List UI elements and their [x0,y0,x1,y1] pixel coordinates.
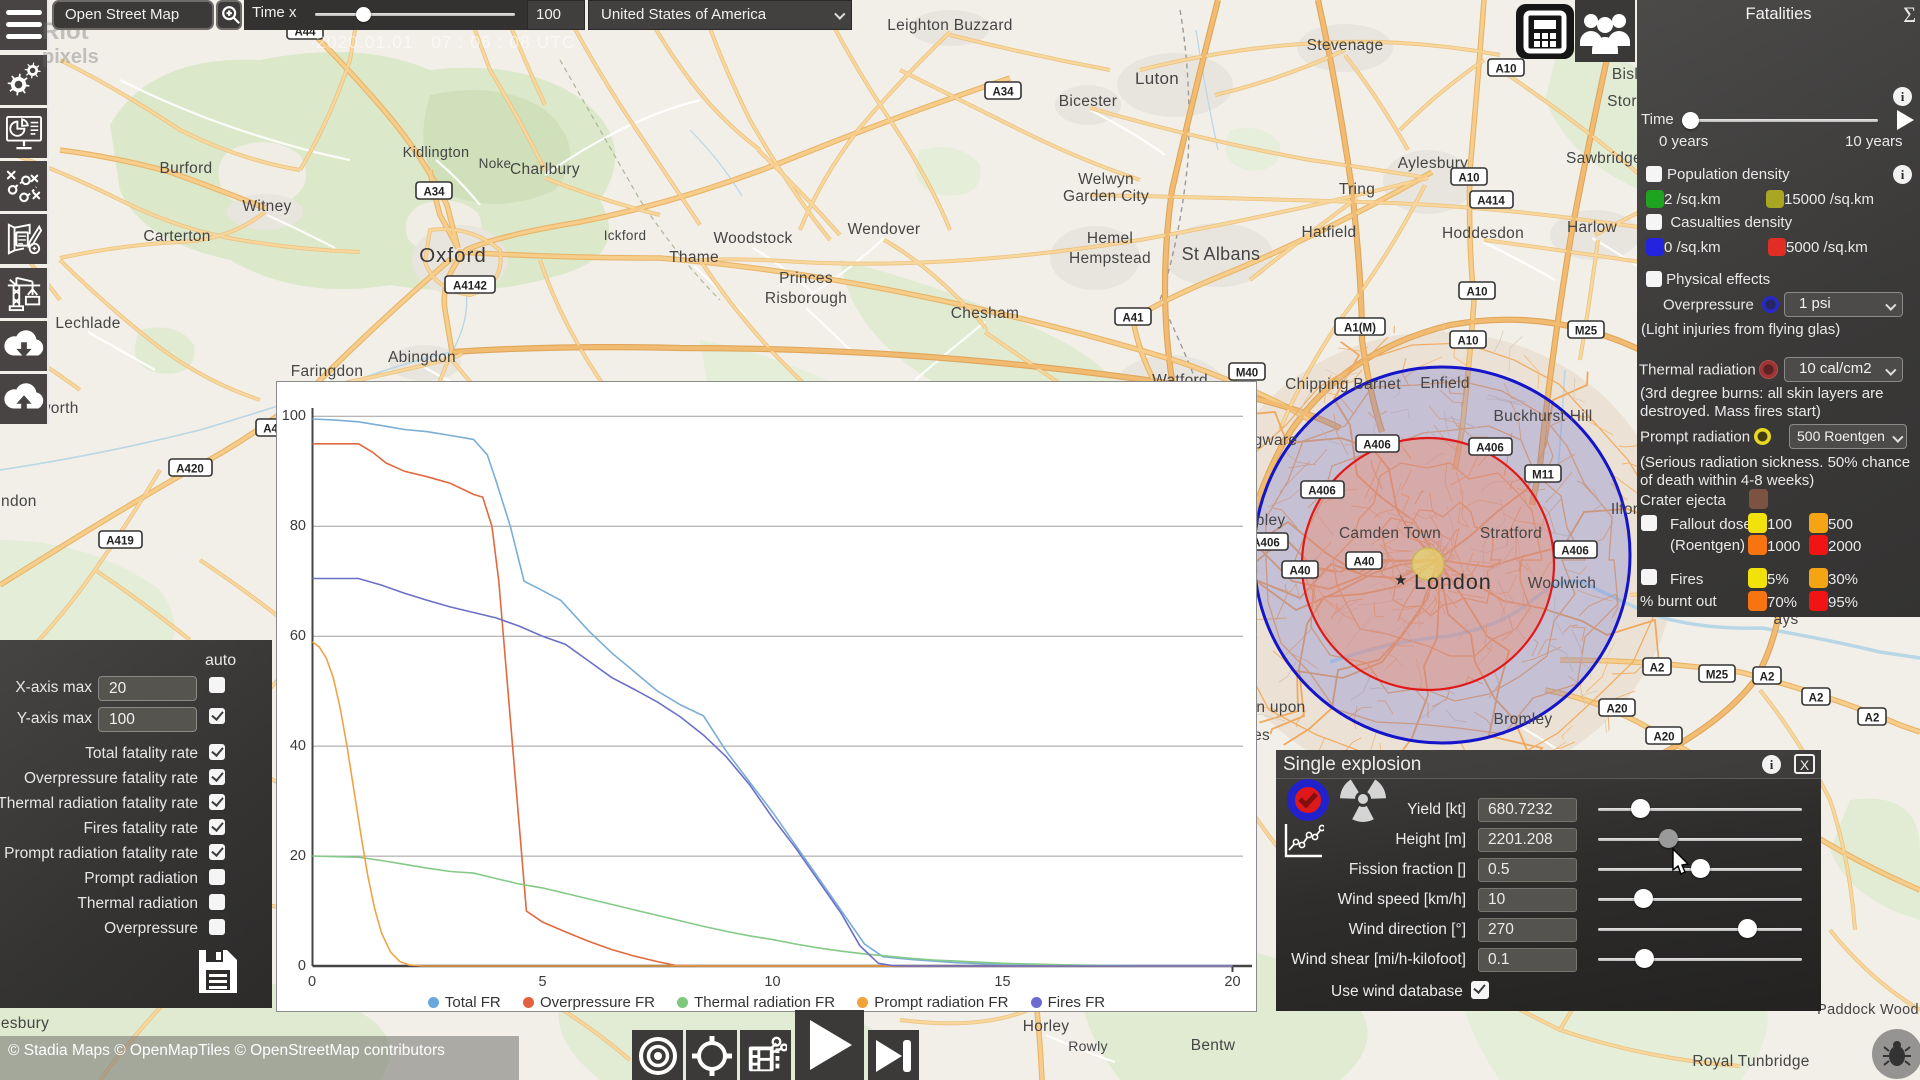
svg-text:Bentw: Bentw [1191,1037,1236,1054]
svg-text:A10: A10 [1458,173,1479,185]
svg-text:A34: A34 [423,187,445,199]
svg-text:A20: A20 [1653,732,1674,744]
svg-text:5: 5 [538,974,546,990]
svg-text:A1(M): A1(M) [1344,323,1376,335]
svg-text:Horley: Horley [1023,1018,1070,1035]
svg-text:A419: A419 [106,536,134,548]
svg-text:A2: A2 [1865,713,1880,725]
svg-text:Witney: Witney [242,198,291,215]
svg-text:Harlow: Harlow [1567,219,1618,236]
svg-text:A2: A2 [1650,663,1665,675]
svg-text:A34: A34 [992,87,1014,99]
svg-text:20: 20 [290,848,306,864]
svg-text:100: 100 [282,408,306,424]
svg-text:A10: A10 [1457,336,1478,348]
svg-text:A406: A406 [1363,440,1391,452]
svg-text:Buckhurst Hill: Buckhurst Hill [1494,408,1593,425]
svg-text:Burford: Burford [160,160,213,177]
svg-text:A2: A2 [1809,693,1824,705]
svg-text:A406: A406 [1308,486,1336,498]
svg-text:0: 0 [308,974,316,990]
svg-text:Stor: Stor [1607,93,1637,110]
svg-text:Hemel: Hemel [1087,230,1133,247]
svg-text:Stratford: Stratford [1480,525,1542,542]
svg-text:A20: A20 [1606,704,1627,716]
svg-text:Kidlington: Kidlington [403,145,470,161]
svg-text:Rowly: Rowly [1068,1038,1108,1054]
svg-text:M11: M11 [1532,470,1554,482]
svg-text:A406: A406 [1476,443,1504,455]
svg-text:Bisl: Bisl [1612,66,1638,83]
svg-text:Camden Town: Camden Town [1339,525,1441,542]
svg-text:Welwyn: Welwyn [1078,171,1134,188]
svg-text:Woolwich: Woolwich [1528,575,1596,592]
svg-text:Bromley: Bromley [1494,711,1553,728]
svg-text:20: 20 [1224,974,1240,990]
svg-text:M25: M25 [1575,326,1598,338]
svg-text:A41: A41 [1122,313,1144,325]
svg-text:Princes: Princes [779,270,833,287]
svg-text:Garden City: Garden City [1063,188,1149,205]
svg-text:Leighton Buzzard: Leighton Buzzard [887,17,1012,34]
svg-text:A40: A40 [1353,557,1374,569]
svg-text:Hempstead: Hempstead [1069,250,1151,267]
svg-text:Risborough: Risborough [765,290,847,307]
svg-text:St Albans: St Albans [1182,244,1261,264]
svg-text:Sawbridge: Sawbridge [1566,150,1642,167]
svg-text:40: 40 [290,738,306,754]
svg-text:Stevenage: Stevenage [1307,37,1384,54]
svg-text:Bicester: Bicester [1059,93,1117,110]
svg-text:Tring: Tring [1339,181,1375,198]
svg-text:A406: A406 [1561,546,1589,558]
svg-text:Noke: Noke [479,156,512,171]
svg-text:Thame: Thame [669,249,719,266]
svg-text:esbury: esbury [1,1015,49,1032]
svg-text:2020.01.01 07 : 06 : 08 UTC: 2020.01.01 07 : 06 : 08 UTC [316,32,576,52]
svg-text:Enfield: Enfield [1420,375,1470,392]
svg-text:A4142: A4142 [453,281,487,293]
svg-text:Ickford: Ickford [604,228,647,243]
svg-text:Charlbury: Charlbury [510,161,580,178]
svg-text:Woodstock: Woodstock [713,230,792,247]
svg-text:A40: A40 [1289,566,1310,578]
svg-text:80: 80 [290,518,306,534]
svg-text:Abingdon: Abingdon [388,349,456,366]
svg-text:60: 60 [290,628,306,644]
svg-text:indon: indon [0,493,37,510]
svg-text:London: London [1414,570,1492,594]
svg-text:Hoddesdon: Hoddesdon [1442,225,1524,242]
svg-text:★: ★ [1394,572,1407,589]
svg-text:n upon: n upon [1256,699,1305,716]
svg-text:A414: A414 [1477,196,1505,208]
svg-text:Carterton: Carterton [143,228,210,245]
svg-text:A10: A10 [1466,287,1487,299]
svg-text:Chesham: Chesham [951,305,1019,322]
svg-text:Chipping Barnet: Chipping Barnet [1285,376,1401,393]
svg-text:M25: M25 [1706,670,1729,682]
svg-text:A2: A2 [1760,672,1775,684]
svg-text:A420: A420 [176,464,204,476]
svg-text:A10: A10 [1495,64,1516,76]
svg-text:Wendover: Wendover [848,221,921,238]
svg-text:Hatfield: Hatfield [1302,224,1357,241]
svg-text:Faringdon: Faringdon [291,363,364,380]
svg-text:Luton: Luton [1135,69,1179,88]
svg-text:0: 0 [298,958,306,974]
svg-text:Royal Tunbridge: Royal Tunbridge [1692,1053,1809,1070]
svg-text:Paddock Wood: Paddock Wood [1817,1002,1919,1018]
svg-text:10: 10 [764,974,780,990]
svg-text:15: 15 [994,974,1010,990]
svg-text:Oxford: Oxford [419,244,487,267]
svg-text:Lechlade: Lechlade [55,315,120,332]
svg-text:M40: M40 [1236,368,1258,380]
